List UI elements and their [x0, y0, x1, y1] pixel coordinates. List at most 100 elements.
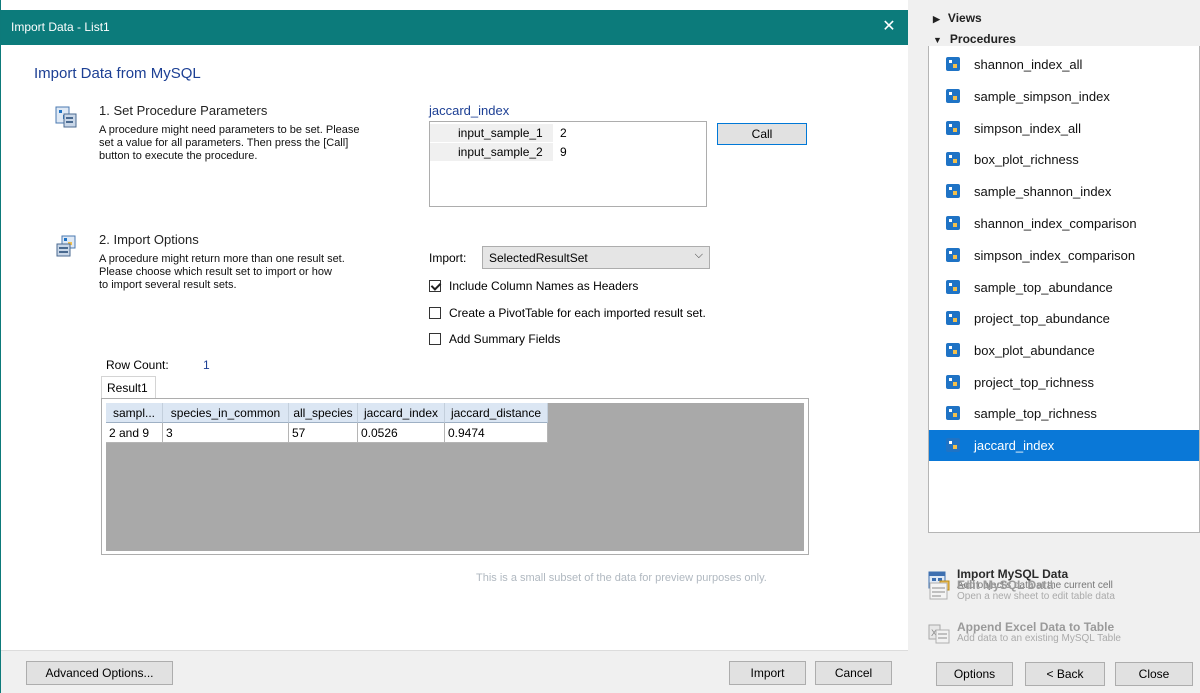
column-header[interactable]: all_species	[289, 403, 358, 423]
import-options-icon	[56, 235, 76, 257]
procedure-label: simpson_index_comparison	[974, 248, 1136, 263]
result-preview: sampl... species_in_common all_species j…	[101, 398, 809, 555]
list-item[interactable]: shannon_index_all	[929, 49, 1199, 80]
chevron-down-icon: ⌵	[694, 249, 703, 261]
table-cell[interactable]: 0.0526	[358, 423, 445, 443]
call-button[interactable]: Call	[717, 123, 807, 145]
procedure-name: jaccard_index	[429, 103, 510, 118]
table-row: 2 and 9 3 57 0.0526 0.9474	[106, 423, 548, 443]
list-item[interactable]: simpson_index_all	[929, 113, 1199, 144]
procedure-label: project_top_richness	[974, 375, 1094, 390]
list-item[interactable]: box_plot_abundance	[929, 335, 1199, 366]
parameter-name: input_sample_1	[430, 124, 553, 143]
procedure-label: sample_top_richness	[974, 406, 1097, 421]
procedure-icon	[946, 152, 960, 166]
list-item[interactable]: sample_top_abundance	[929, 272, 1199, 303]
step1-desc-line: button to execute the procedure.	[99, 150, 258, 162]
step1-title: 1. Set Procedure Parameters	[99, 103, 268, 118]
procedure-icon	[946, 121, 960, 135]
action-title: Append Excel Data to Table	[957, 620, 1115, 634]
procedure-icon	[946, 248, 960, 262]
parameter-row[interactable]: input_sample_1 2	[430, 124, 706, 143]
list-item[interactable]: project_top_richness	[929, 367, 1199, 398]
add-summary-fields-checkbox[interactable]	[429, 333, 441, 345]
column-header[interactable]: jaccard_distance	[445, 403, 548, 423]
advanced-options-button[interactable]: Advanced Options...	[26, 661, 173, 685]
import-select-value: SelectedResultSet	[489, 251, 588, 265]
procedure-icon	[946, 184, 960, 198]
back-button[interactable]: < Back	[1025, 662, 1105, 686]
procedure-label: box_plot_abundance	[974, 343, 1095, 358]
procedure-icon	[946, 438, 960, 452]
procedure-icon	[946, 89, 960, 103]
procedures-group-header[interactable]: ▼ Procedures	[933, 32, 1016, 46]
action-description: Open a new sheet to edit table data	[957, 591, 1115, 602]
procedure-label: sample_top_abundance	[974, 280, 1113, 295]
parameter-value-input[interactable]: 9	[560, 143, 567, 162]
include-column-names-checkbox[interactable]	[429, 280, 441, 292]
dialog-top-strip	[1, 0, 909, 10]
procedure-label: shannon_index_comparison	[974, 216, 1137, 231]
column-header[interactable]: sampl...	[106, 403, 163, 423]
dialog-titlebar[interactable]: Import Data - List1 ✕	[1, 10, 909, 45]
parameter-value-input[interactable]: 2	[560, 124, 567, 143]
expand-arrow-icon: ▶	[933, 14, 940, 24]
step1-description: A procedure might need parameters to be …	[99, 124, 399, 163]
procedure-icon	[946, 375, 960, 389]
close-button[interactable]: Close	[1115, 662, 1193, 686]
table-cell[interactable]: 0.9474	[445, 423, 548, 443]
collapse-arrow-icon: ▼	[933, 35, 942, 45]
step2-desc-line: A procedure might return more than one r…	[99, 253, 345, 265]
list-item-selected[interactable]: jaccard_index	[929, 430, 1199, 461]
procedure-icon	[946, 311, 960, 325]
list-item[interactable]: sample_top_richness	[929, 398, 1199, 429]
table-cell[interactable]: 2 and 9	[106, 423, 163, 443]
procedure-label: shannon_index_all	[974, 57, 1083, 72]
dialog-footer: Advanced Options... Import Cancel	[1, 650, 909, 693]
table-cell[interactable]: 3	[163, 423, 289, 443]
step1-desc-line: set a value for all parameters. Then pre…	[99, 137, 349, 149]
procedure-label: sample_simpson_index	[974, 89, 1110, 104]
procedure-label: simpson_index_all	[974, 121, 1081, 136]
procedure-label: box_plot_richness	[974, 152, 1079, 167]
import-label: Import:	[429, 251, 467, 265]
list-item[interactable]: sample_shannon_index	[929, 176, 1199, 207]
action-title: Edit MySQL Data	[957, 578, 1054, 592]
table-cell[interactable]: 57	[289, 423, 358, 443]
column-header[interactable]: species_in_common	[163, 403, 289, 423]
row-count-value: 1	[203, 358, 210, 372]
list-item[interactable]: shannon_index_comparison	[929, 208, 1199, 239]
action-description: Add data to an existing MySQL Table	[957, 633, 1121, 644]
create-pivottable-checkbox[interactable]	[429, 307, 441, 319]
procedure-icon	[946, 57, 960, 71]
cancel-button[interactable]: Cancel	[815, 661, 892, 685]
tab-result1[interactable]: Result1	[101, 376, 156, 399]
append-excel-icon: X	[928, 624, 950, 644]
page-title: Import Data from MySQL	[34, 65, 201, 82]
list-item[interactable]: sample_simpson_index	[929, 81, 1199, 112]
append-excel-data-action[interactable]: X Append Excel Data to Table Add data to…	[928, 620, 1198, 658]
step1-desc-line: A procedure might need parameters to be …	[99, 124, 360, 136]
add-summary-fields-label[interactable]: Add Summary Fields	[449, 332, 560, 346]
procedures-label: Procedures	[949, 32, 1016, 46]
import-button[interactable]: Import	[729, 661, 806, 685]
procedure-label: sample_shannon_index	[974, 184, 1112, 199]
import-data-dialog: Import Data - List1 ✕ Import Data from M…	[0, 0, 909, 693]
close-icon[interactable]: ✕	[875, 14, 903, 40]
list-item[interactable]: box_plot_richness	[929, 144, 1199, 175]
views-label: Views	[947, 11, 982, 25]
options-button[interactable]: Options	[936, 662, 1013, 686]
create-pivottable-label[interactable]: Create a PivotTable for each imported re…	[449, 306, 706, 320]
edit-data-icon	[929, 582, 948, 600]
procedure-label: project_top_abundance	[974, 311, 1110, 326]
procedure-icon	[946, 406, 960, 420]
column-header[interactable]: jaccard_index	[358, 403, 445, 423]
list-item[interactable]: simpson_index_comparison	[929, 240, 1199, 271]
include-column-names-label[interactable]: Include Column Names as Headers	[449, 279, 638, 293]
preview-note: This is a small subset of the data for p…	[476, 572, 767, 584]
list-item[interactable]: project_top_abundance	[929, 303, 1199, 334]
parameter-row[interactable]: input_sample_2 9	[430, 143, 706, 162]
result-grid[interactable]: sampl... species_in_common all_species j…	[106, 403, 804, 551]
views-group-header[interactable]: ▶ Views	[933, 11, 982, 25]
import-select[interactable]: SelectedResultSet ⌵	[482, 246, 710, 269]
